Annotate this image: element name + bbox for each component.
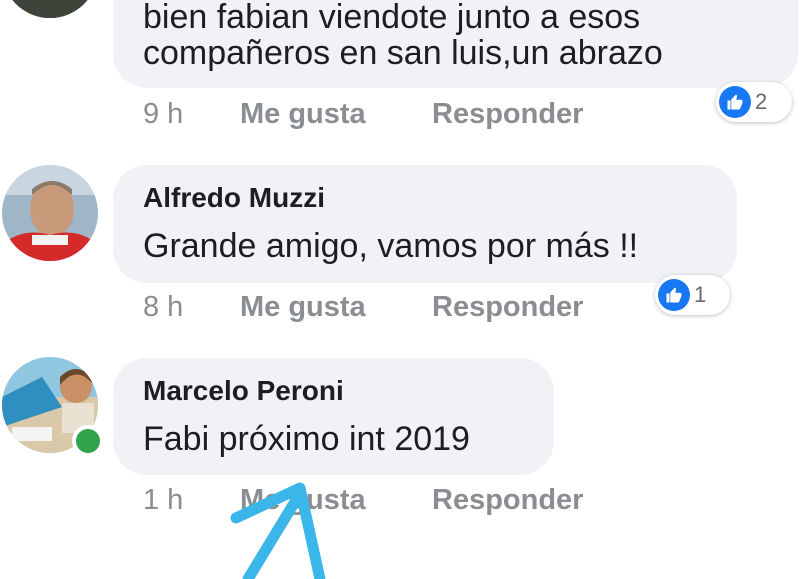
comment-time[interactable]: 1 h: [143, 484, 183, 517]
reply-button[interactable]: Responder: [432, 98, 583, 131]
reaction-count: 1: [694, 282, 707, 307]
avatar[interactable]: [2, 165, 98, 261]
reaction-summary[interactable]: 1: [655, 275, 730, 315]
comment-author[interactable]: Marcelo Peroni: [143, 375, 344, 407]
comment-text-line: bien fabian viendote junto a esos: [143, 0, 641, 36]
like-button[interactable]: Me gusta: [240, 484, 366, 517]
reply-button[interactable]: Responder: [432, 484, 583, 517]
comment-bubble: Alfredo Muzzi Grande amigo, vamos por má…: [113, 165, 737, 283]
like-button[interactable]: Me gusta: [240, 291, 366, 324]
comment-author[interactable]: Alfredo Muzzi: [143, 182, 325, 214]
comment-text: Fabi próximo int 2019: [143, 420, 470, 458]
reaction-summary[interactable]: 2: [716, 82, 792, 122]
comment-text: Grande amigo, vamos por más !!: [143, 227, 639, 265]
reply-button[interactable]: Responder: [432, 291, 583, 324]
avatar[interactable]: [2, 0, 98, 18]
like-icon: [658, 279, 690, 311]
like-icon: [719, 86, 751, 118]
comment-time[interactable]: 8 h: [143, 291, 183, 324]
comment-text-line: compañeros en san luis,un abrazo: [143, 34, 663, 72]
reaction-count: 2: [755, 89, 768, 114]
like-button[interactable]: Me gusta: [240, 98, 366, 131]
comment-bubble: Marcelo Peroni Fabi próximo int 2019: [113, 358, 554, 475]
online-status-indicator: [72, 425, 104, 457]
comment-bubble: bien fabian viendote junto a esos compañ…: [113, 0, 798, 88]
comment-time[interactable]: 9 h: [143, 98, 183, 131]
